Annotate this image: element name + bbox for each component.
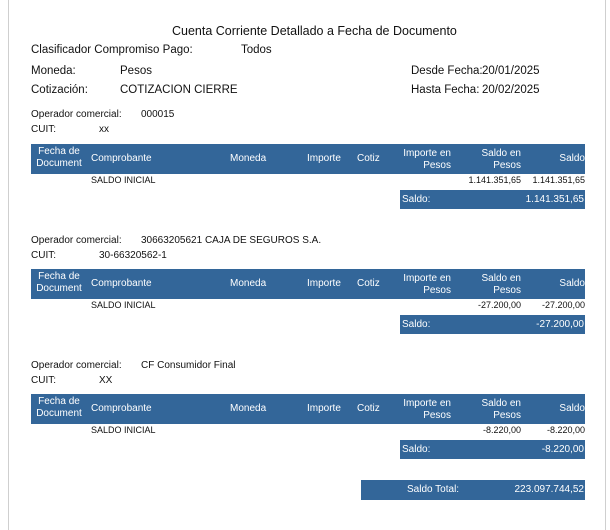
col-moneda: Moneda — [230, 278, 267, 289]
col-saldo-pesos: Saldo en Pesos — [481, 148, 521, 171]
saldo-total-label: Saldo Total: — [407, 484, 460, 495]
col-importe-pesos: Importe en Pesos — [403, 398, 451, 421]
col-moneda: Moneda — [230, 403, 267, 414]
hasta-label: Hasta Fecha: — [411, 84, 480, 96]
saldo-label: Saldo: — [402, 444, 431, 455]
table-header: Fecha de Document Comprobante Moneda Impo… — [31, 269, 585, 299]
cuit-label: CUIT: — [31, 250, 56, 261]
operador-value: CF Consumidor Final — [141, 360, 236, 371]
col-comprobante: Comprobante — [91, 278, 152, 289]
saldo-value: -8.220,00 — [541, 444, 584, 455]
table-row: SALDO INICIAL — [91, 425, 156, 435]
row-saldo: -27.200,00 — [541, 300, 585, 310]
desde-label: Desde Fecha: — [411, 65, 483, 77]
col-comprobante: Comprobante — [91, 403, 152, 414]
col-fecha: Fecha de Document — [36, 146, 82, 169]
cuit-label: CUIT: — [31, 124, 56, 135]
saldo-bar: Saldo: -8.220,00 — [400, 440, 585, 459]
operador-label: Operador comercial: — [31, 360, 122, 371]
report-title: Cuenta Corriente Detallado a Fecha de Do… — [172, 24, 457, 38]
row-saldo: 1.141.351,65 — [532, 175, 585, 185]
operador-value: 30663205621 CAJA DE SEGUROS S.A. — [141, 235, 322, 246]
col-importe: Importe — [307, 403, 341, 414]
operador-label: Operador comercial: — [31, 235, 122, 246]
saldo-label: Saldo: — [402, 319, 431, 330]
clasificador-label: Clasificador Compromiso Pago: — [31, 44, 193, 56]
table-header: Fecha de Document Comprobante Moneda Impo… — [31, 394, 585, 424]
col-saldo: Saldo — [559, 153, 585, 164]
cotizacion-value: COTIZACION CIERRE — [120, 84, 238, 96]
table-header: Fecha de Document Comprobante Moneda Impo… — [31, 144, 585, 174]
cuit-label: CUIT: — [31, 375, 56, 386]
operador-label: Operador comercial: — [31, 109, 122, 120]
col-fecha: Fecha de Document — [36, 396, 82, 419]
cotizacion-label: Cotización: — [31, 84, 88, 96]
moneda-value: Pesos — [120, 65, 152, 77]
saldo-value: 1.141.351,65 — [525, 194, 584, 205]
col-saldo: Saldo — [559, 403, 585, 414]
clasificador-value: Todos — [241, 44, 272, 56]
operador-value: 000015 — [141, 109, 175, 120]
col-saldo-pesos: Saldo en Pesos — [481, 273, 521, 296]
cuit-value: xx — [99, 124, 109, 135]
row-saldo: -8.220,00 — [546, 425, 585, 435]
hasta-value: 20/02/2025 — [482, 84, 540, 96]
col-cotiz: Cotiz — [357, 403, 380, 414]
table-row: SALDO INICIAL — [91, 300, 156, 310]
saldo-bar: Saldo: 1.141.351,65 — [400, 190, 585, 209]
cuit-value: XX — [99, 375, 113, 386]
saldo-total-bar: Saldo Total: 223.097.744,52 — [361, 480, 585, 500]
col-saldo-pesos: Saldo en Pesos — [481, 398, 521, 421]
row-saldo-pesos: 1.141.351,65 — [468, 175, 521, 185]
table-row: SALDO INICIAL — [91, 175, 156, 185]
moneda-label: Moneda: — [31, 65, 76, 77]
col-cotiz: Cotiz — [357, 278, 380, 289]
cuit-value: 30-66320562-1 — [99, 250, 167, 261]
col-importe-pesos: Importe en Pesos — [403, 273, 451, 296]
report-page: Cuenta Corriente Detallado a Fecha de Do… — [8, 0, 606, 530]
saldo-label: Saldo: — [402, 194, 431, 205]
row-saldo-pesos: -27.200,00 — [477, 300, 521, 310]
col-importe: Importe — [307, 153, 341, 164]
saldo-total-value: 223.097.744,52 — [514, 484, 584, 495]
col-cotiz: Cotiz — [357, 153, 380, 164]
saldo-value: -27.200,00 — [536, 319, 584, 330]
saldo-bar: Saldo: -27.200,00 — [400, 315, 585, 334]
col-comprobante: Comprobante — [91, 153, 152, 164]
col-fecha: Fecha de Document — [36, 271, 82, 294]
col-importe-pesos: Importe en Pesos — [403, 148, 451, 171]
col-importe: Importe — [307, 278, 341, 289]
row-saldo-pesos: -8.220,00 — [482, 425, 521, 435]
col-saldo: Saldo — [559, 278, 585, 289]
col-moneda: Moneda — [230, 153, 267, 164]
desde-value: 20/01/2025 — [482, 65, 540, 77]
